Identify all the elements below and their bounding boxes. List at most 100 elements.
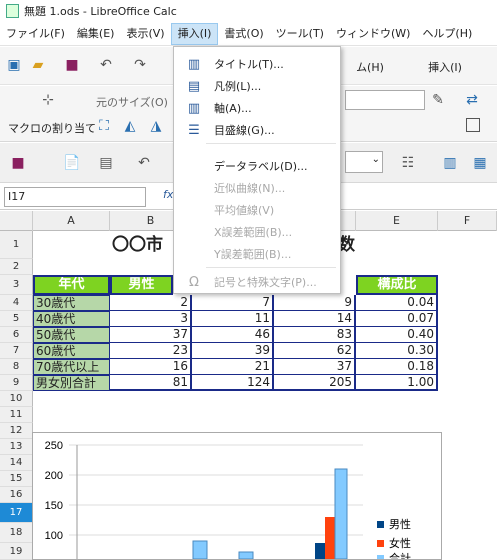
male-cell[interactable]: 3 <box>110 311 192 327</box>
age-cell[interactable]: 60歳代 <box>33 343 110 359</box>
row-header[interactable]: 16 <box>0 487 33 503</box>
row-header[interactable]: 2 <box>0 259 33 275</box>
arrow-style-icon[interactable]: ⇄ <box>462 90 482 110</box>
sheet-title-left[interactable]: 〇〇市 <box>110 231 176 259</box>
male-cell[interactable]: 81 <box>110 375 192 391</box>
ratio-cell[interactable]: 0.07 <box>356 311 438 327</box>
undo-icon-2[interactable]: ↶ <box>134 153 154 173</box>
original-size-label[interactable]: 元のサイズ(O) <box>96 94 168 110</box>
name-box[interactable]: I17 <box>4 187 146 207</box>
row-header[interactable]: 5 <box>0 311 33 327</box>
male-cell[interactable]: 2 <box>110 295 192 311</box>
bar-female-total[interactable] <box>325 517 335 559</box>
male-cell[interactable]: 16 <box>110 359 192 375</box>
menu-view[interactable]: 表示(V) <box>120 23 170 45</box>
total-cell[interactable]: 37 <box>274 359 356 375</box>
total-cell[interactable]: 9 <box>274 295 356 311</box>
row-header[interactable]: 10 <box>0 391 33 407</box>
row-header[interactable]: 8 <box>0 359 33 375</box>
export-pdf-icon[interactable]: 📄 <box>62 153 82 173</box>
row-header[interactable]: 9 <box>0 375 33 391</box>
menu-file[interactable]: ファイル(F) <box>0 23 71 45</box>
menu-insert[interactable]: 挿入(I) <box>170 22 219 45</box>
font-color-box[interactable] <box>345 90 425 110</box>
row-header[interactable]: 4 <box>0 295 33 311</box>
menu-window[interactable]: ウィンドウ(W) <box>330 23 416 45</box>
row-header[interactable]: 11 <box>0 407 33 423</box>
ratio-cell[interactable]: 0.40 <box>356 327 438 343</box>
column-header[interactable]: E <box>356 211 438 231</box>
row-header[interactable]: 14 <box>0 455 33 471</box>
ratio-cell[interactable]: 0.18 <box>356 359 438 375</box>
format-tab[interactable]: ム(H) <box>341 59 399 75</box>
chart-data-icon[interactable]: ▥ <box>440 153 460 173</box>
menu-item-legend[interactable]: ▤ 凡例(L)... <box>174 75 340 97</box>
flip-horizontal-icon[interactable]: ◮ <box>146 116 166 136</box>
age-cell[interactable]: 50歳代 <box>33 327 110 343</box>
female-cell[interactable]: 21 <box>192 359 274 375</box>
row-header[interactable]: 19 <box>0 543 33 560</box>
age-cell[interactable]: 男女別合計 <box>33 375 110 391</box>
row-header[interactable]: 3 <box>0 275 33 295</box>
redo-icon[interactable]: ↷ <box>130 55 150 75</box>
menu-item-data-labels[interactable]: データラベル(D)... <box>174 155 340 177</box>
save-icon-2[interactable]: ■ <box>8 153 28 173</box>
select-all-corner[interactable] <box>0 211 33 231</box>
flip-vertical-icon[interactable]: ◭ <box>120 116 140 136</box>
total-cell[interactable]: 62 <box>274 343 356 359</box>
column-header[interactable]: A <box>33 211 110 231</box>
menu-format[interactable]: 書式(O) <box>218 23 269 45</box>
column-header[interactable]: F <box>438 211 497 231</box>
chart-range-icon[interactable]: ▦ <box>470 153 490 173</box>
age-cell[interactable]: 30歳代 <box>33 295 110 311</box>
undo-icon[interactable]: ↶ <box>96 55 116 75</box>
female-cell[interactable]: 39 <box>192 343 274 359</box>
row-header[interactable]: 13 <box>0 439 33 455</box>
bar-total-40s[interactable] <box>192 540 208 560</box>
row-header[interactable]: 6 <box>0 327 33 343</box>
macro-assign-label[interactable]: マクロの割り当て <box>8 120 96 136</box>
ratio-cell[interactable]: 0.30 <box>356 343 438 359</box>
menu-item-axis[interactable]: ▥ 軸(A)... <box>174 97 340 119</box>
insert-tab[interactable]: 挿入(I) <box>410 59 480 75</box>
age-cell[interactable]: 40歳代 <box>33 311 110 327</box>
age-cell[interactable]: 70歳代以上 <box>33 359 110 375</box>
female-cell[interactable]: 11 <box>192 311 274 327</box>
menu-item-title[interactable]: ▥ タイトル(T)... <box>174 53 340 75</box>
line-color-icon[interactable]: ✎ <box>428 90 448 110</box>
male-cell[interactable]: 37 <box>110 327 192 343</box>
row-header[interactable]: 12 <box>0 423 33 439</box>
crop-icon[interactable]: ⊹ <box>38 90 58 110</box>
ratio-cell[interactable]: 0.04 <box>356 295 438 311</box>
row-header[interactable]: 18 <box>0 523 33 543</box>
header-age[interactable]: 年代 <box>33 275 110 295</box>
menu-help[interactable]: ヘルプ(H) <box>416 23 478 45</box>
row-header[interactable]: 15 <box>0 471 33 487</box>
total-cell[interactable]: 205 <box>274 375 356 391</box>
bar-male-total[interactable] <box>315 543 325 559</box>
female-cell[interactable]: 46 <box>192 327 274 343</box>
anchor-icon[interactable]: ⛶ <box>94 116 114 136</box>
menu-item-gridlines[interactable]: ☰ 目盛線(G)... <box>174 119 340 141</box>
bar-total-total[interactable] <box>334 468 348 560</box>
row-header[interactable]: 7 <box>0 343 33 359</box>
menu-edit[interactable]: 編集(E) <box>71 23 121 45</box>
new-icon[interactable]: ▣ <box>4 55 24 75</box>
bar-total-30s[interactable] <box>238 551 254 560</box>
shadow-icon[interactable] <box>466 118 480 132</box>
bar-chart[interactable]: 250 200 150 100 50 男性 女性 合計 <box>32 432 442 560</box>
header-ratio[interactable]: 構成比 <box>356 275 438 295</box>
female-cell[interactable]: 124 <box>192 375 274 391</box>
total-cell[interactable]: 14 <box>274 311 356 327</box>
total-cell[interactable]: 83 <box>274 327 356 343</box>
function-wizard-icon[interactable]: fx <box>163 188 173 201</box>
save-icon[interactable]: ■ <box>62 55 82 75</box>
open-icon[interactable]: ▰ <box>28 55 48 75</box>
female-cell[interactable]: 7 <box>192 295 274 311</box>
print-icon[interactable]: ▤ <box>96 153 116 173</box>
row-header-selected[interactable]: 17 <box>0 503 33 523</box>
male-cell[interactable]: 23 <box>110 343 192 359</box>
header-male[interactable]: 男性 <box>110 275 173 295</box>
row-header[interactable]: 1 <box>0 231 33 259</box>
menu-tools[interactable]: ツール(T) <box>270 23 330 45</box>
